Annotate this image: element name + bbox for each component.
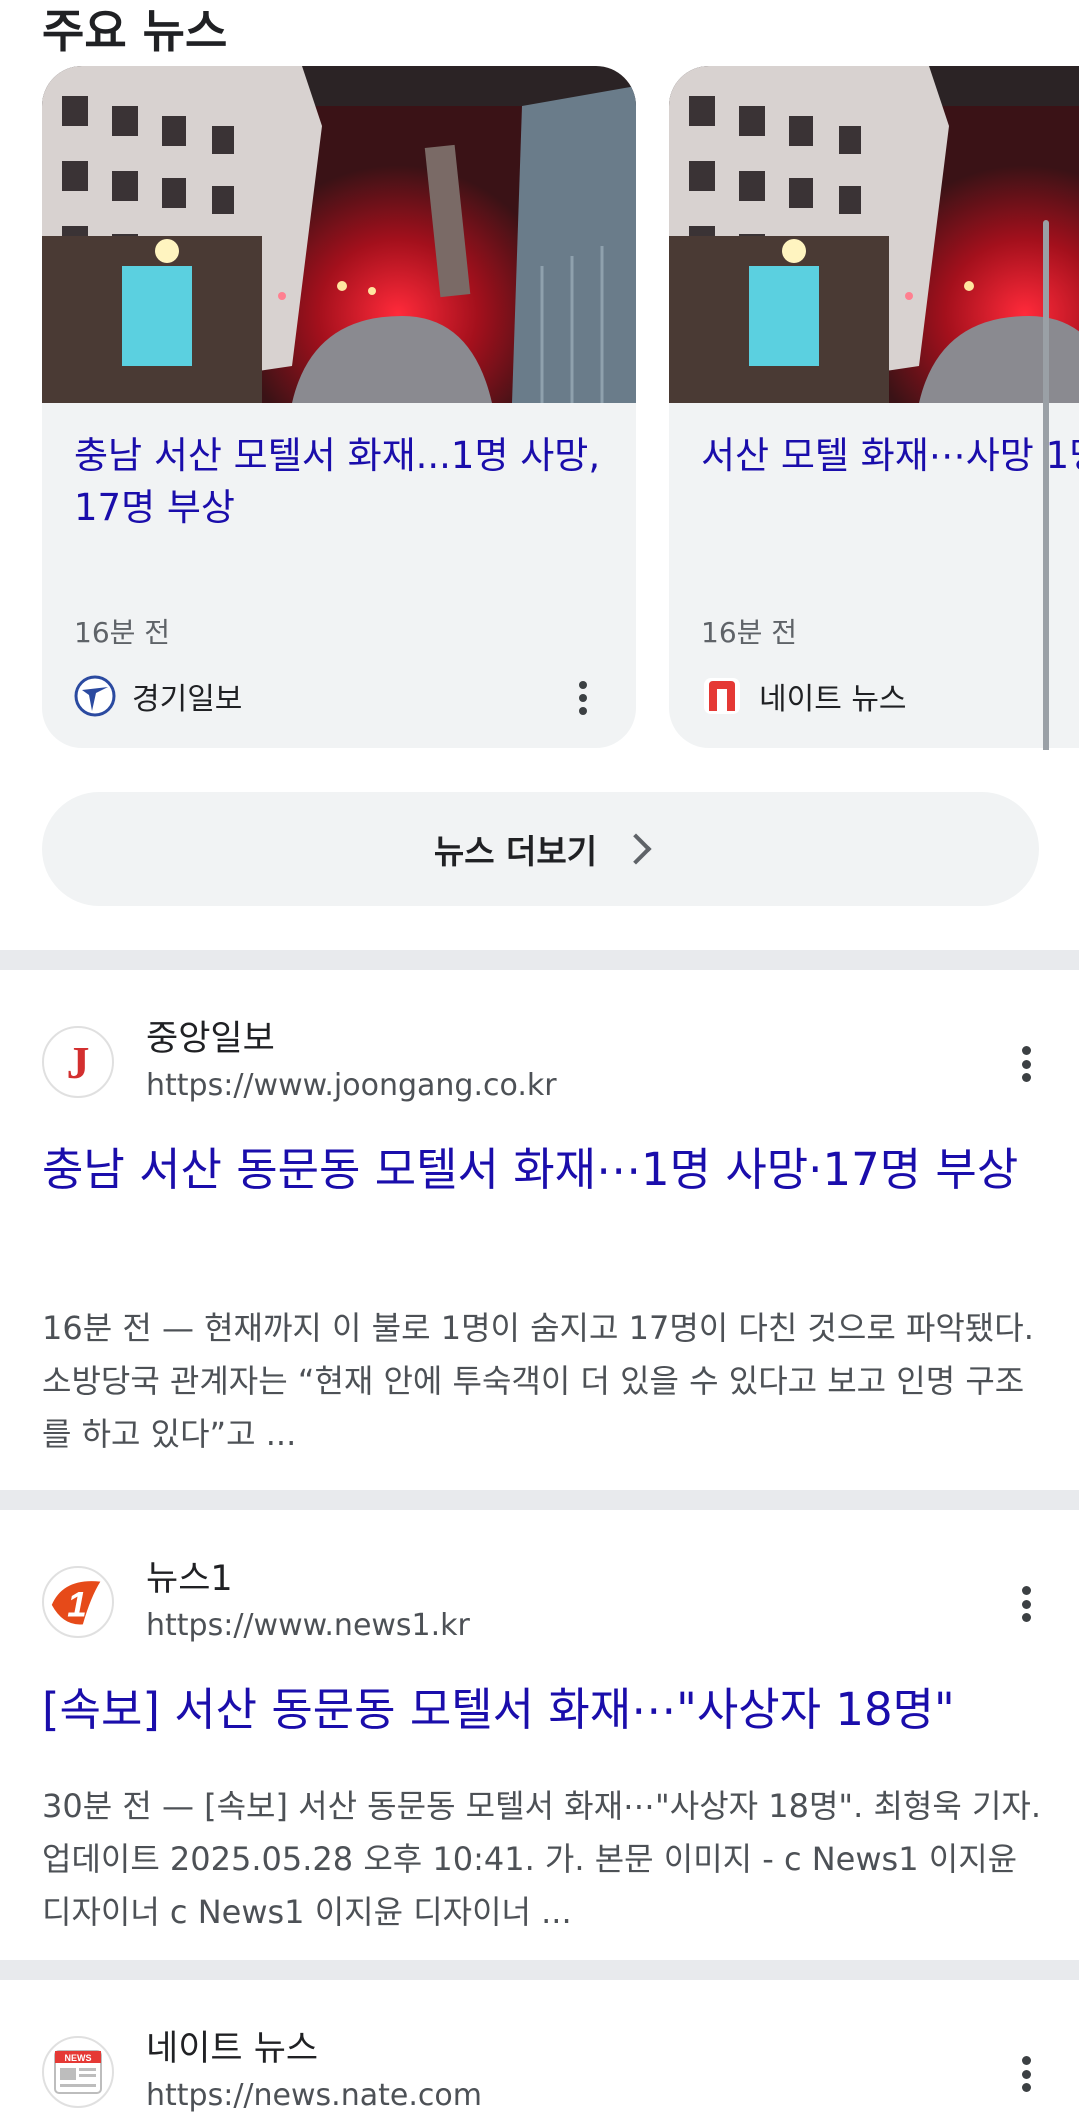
section-divider <box>0 950 1079 970</box>
news-card-source: 네이트 뉴스 <box>701 674 907 718</box>
carousel-scrollbar[interactable] <box>1043 220 1049 750</box>
joongang-logo-icon: J <box>42 1026 114 1098</box>
news-card-image[interactable] <box>42 66 636 403</box>
result-url[interactable]: https://news.nate.com <box>146 2078 482 2113</box>
news-card-source-name: 네이트 뉴스 <box>759 682 907 717</box>
result-site-name: 뉴스1 <box>146 1559 233 1599</box>
more-news-label: 뉴스 더보기 <box>433 832 598 871</box>
result-title[interactable]: [속보] 서산 동문동 모텔서 화재⋯"사상자 18명" <box>42 1680 1042 1740</box>
news1-logo-icon: 1 <box>42 1566 114 1638</box>
chevron-right-icon <box>620 833 652 865</box>
search-result[interactable]: NEWS 네이트 뉴스 https://news.nate.com <box>0 1980 1079 2121</box>
section-divider <box>0 1960 1079 1980</box>
more-options-icon[interactable] <box>1016 2052 1036 2096</box>
svg-text:NEWS: NEWS <box>65 2053 92 2063</box>
result-snippet: 30분 전 — [속보] 서산 동문동 모텔서 화재⋯"사상자 18명". 최형… <box>42 1787 1042 1931</box>
section-divider <box>0 1490 1079 1510</box>
top-stories-carousel[interactable]: 충남 서산 모텔서 화재...1명 사망, 17명 부상 16분 전 경기일보 <box>0 66 1079 750</box>
news-card-source-name: 경기일보 <box>132 682 243 717</box>
news-card-source: 경기일보 <box>74 674 242 718</box>
svg-text:J: J <box>67 1037 90 1088</box>
more-news-button[interactable]: 뉴스 더보기 <box>42 792 1039 906</box>
more-options-icon[interactable] <box>1016 1582 1036 1626</box>
news-card-image[interactable] <box>669 66 1079 403</box>
search-result[interactable]: J 중앙일보 https://www.joongang.co.kr 충남 서산 … <box>0 970 1079 1490</box>
gyeonggi-ilbo-logo-icon <box>74 675 116 717</box>
section-title: 주요 뉴스 <box>42 4 228 58</box>
news-card[interactable]: 서산 모텔 화재⋯사망 1명·17명, 투숙객 추가 수색 16분 전 네이트 … <box>669 66 1079 748</box>
search-result[interactable]: 1 뉴스1 https://www.news1.kr [속보] 서산 동문동 모… <box>0 1510 1079 1960</box>
nate-news-logo-icon: NEWS <box>42 2036 114 2108</box>
news-card-time: 16분 전 <box>74 616 171 649</box>
more-options-icon[interactable] <box>1016 1042 1036 1086</box>
news-card[interactable]: 충남 서산 모텔서 화재...1명 사망, 17명 부상 16분 전 경기일보 <box>42 66 636 748</box>
result-url[interactable]: https://www.news1.kr <box>146 1608 470 1643</box>
result-snippet: 16분 전 — 현재까지 이 불로 1명이 숨지고 17명이 다친 것으로 파악… <box>42 1309 1034 1453</box>
result-site-name: 네이트 뉴스 <box>146 2029 319 2069</box>
nate-logo-icon <box>701 675 743 717</box>
news-card-time: 16분 전 <box>701 616 798 649</box>
result-url[interactable]: https://www.joongang.co.kr <box>146 1068 557 1103</box>
svg-text:1: 1 <box>67 1586 86 1625</box>
result-title[interactable]: 충남 서산 동문동 모텔서 화재⋯1명 사망·17명 부상 <box>42 1140 1042 1200</box>
more-options-icon[interactable] <box>568 678 598 718</box>
news-card-title[interactable]: 서산 모텔 화재⋯사망 1명·17명, 투숙객 추가 수색 <box>701 430 1079 482</box>
news-card-title[interactable]: 충남 서산 모텔서 화재...1명 사망, 17명 부상 <box>74 430 614 534</box>
result-site-name: 중앙일보 <box>146 1019 275 1059</box>
